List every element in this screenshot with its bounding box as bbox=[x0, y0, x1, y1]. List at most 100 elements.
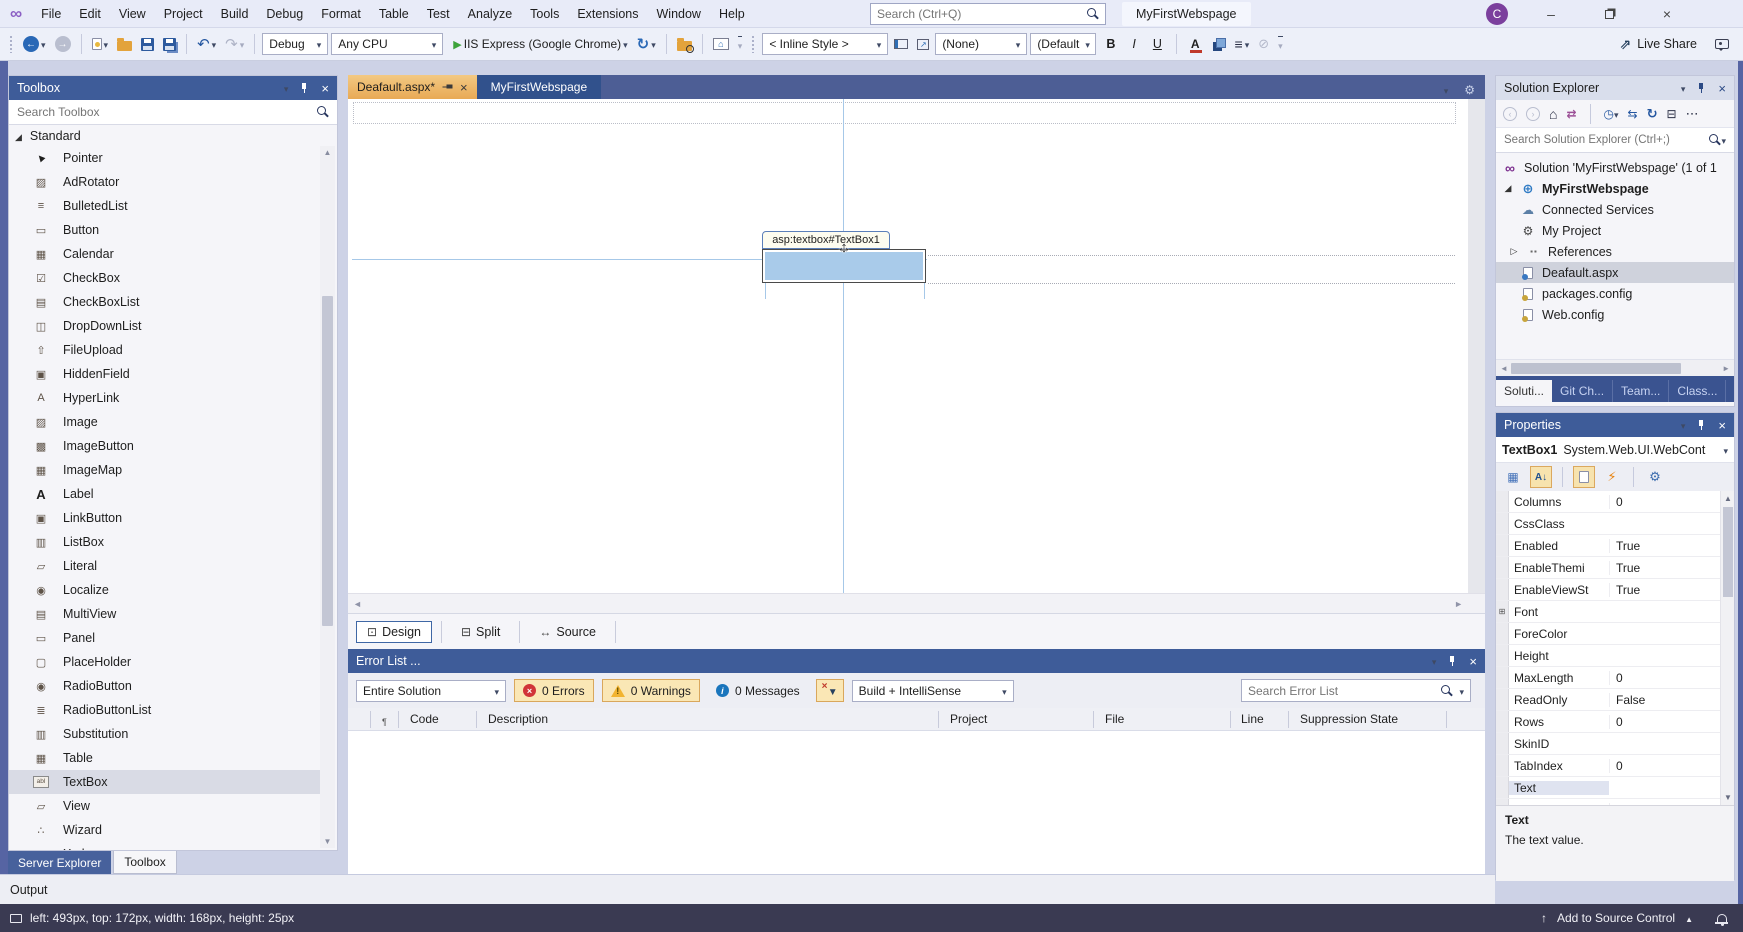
toolbox-item-wizard[interactable]: ∴ Wizard bbox=[9, 818, 321, 842]
toolbox-item-listbox[interactable]: ▥ ListBox bbox=[9, 530, 321, 554]
undo-button[interactable] bbox=[194, 33, 219, 55]
alignment-button[interactable] bbox=[1232, 34, 1253, 54]
column-line[interactable]: Line bbox=[1241, 712, 1264, 726]
categorized-button[interactable] bbox=[1502, 466, 1524, 488]
toolbox-item-button[interactable]: ▭ Button bbox=[9, 218, 321, 242]
feedback-icon[interactable] bbox=[1715, 39, 1729, 51]
toolbox-item-linkbutton[interactable]: ▣ LinkButton bbox=[9, 506, 321, 530]
toolbox-item-label[interactable]: A Label bbox=[9, 482, 321, 506]
toolbox-scrollbar[interactable] bbox=[320, 146, 335, 848]
error-scope-dropdown[interactable]: Entire Solution bbox=[356, 679, 506, 702]
error-list-search-input[interactable] bbox=[1248, 683, 1436, 698]
tree-item-packages-config[interactable]: packages.config bbox=[1496, 283, 1734, 304]
error-list-body[interactable] bbox=[348, 731, 1485, 874]
tab-class-view[interactable]: Class... bbox=[1669, 380, 1727, 402]
toolbox-item-view[interactable]: ▱ View bbox=[9, 794, 321, 818]
menu-test[interactable]: Test bbox=[418, 3, 459, 25]
view-in-browser-button[interactable] bbox=[710, 36, 732, 52]
switch-views-icon[interactable] bbox=[1628, 107, 1638, 121]
window-menu-icon[interactable] bbox=[284, 81, 289, 95]
scroll-left-icon[interactable] bbox=[353, 599, 362, 609]
tab-myfirstwebspage[interactable]: MyFirstWebspage bbox=[476, 75, 602, 99]
toolbox-item-radiobuttonlist[interactable]: ≣ RadioButtonList bbox=[9, 698, 321, 722]
menu-window[interactable]: Window bbox=[648, 3, 710, 25]
object-selector-dropdown[interactable]: TextBox1 System.Web.UI.WebCont bbox=[1496, 437, 1734, 463]
window-menu-icon[interactable] bbox=[1681, 81, 1686, 95]
property-row[interactable]: TextModeSingleLine bbox=[1496, 799, 1734, 805]
toolbox-item-table[interactable]: ▦ Table bbox=[9, 746, 321, 770]
navigate-forward-button[interactable]: → bbox=[52, 34, 74, 54]
restore-button[interactable] bbox=[1586, 0, 1632, 28]
chevron-up-icon[interactable] bbox=[1685, 911, 1693, 925]
scrollbar-thumb[interactable] bbox=[322, 296, 333, 626]
tree-item-project[interactable]: ◢ ⊕ MyFirstWebspage bbox=[1496, 178, 1734, 199]
window-menu-icon[interactable] bbox=[1681, 418, 1686, 432]
scroll-down-icon[interactable] bbox=[320, 837, 335, 846]
menu-format[interactable]: Format bbox=[312, 3, 370, 25]
property-row[interactable]: Columns 0 bbox=[1496, 491, 1734, 513]
solution-explorer-search-input[interactable] bbox=[1504, 134, 1710, 146]
save-button[interactable] bbox=[138, 36, 157, 53]
tree-item-solution[interactable]: ∞ Solution 'MyFirstWebspage' (1 of 1 bbox=[1496, 157, 1734, 178]
tab-default-aspx[interactable]: Deafault.aspx* bbox=[348, 75, 477, 99]
quick-launch-search[interactable] bbox=[870, 3, 1106, 25]
property-row[interactable]: Rows 0 bbox=[1496, 711, 1734, 733]
toolbar-grip[interactable] bbox=[9, 35, 14, 53]
notifications-bell-icon[interactable] bbox=[1715, 913, 1728, 926]
property-row-font[interactable]: ⊞ Font bbox=[1496, 601, 1734, 623]
toolbox-item-substitution[interactable]: ▥ Substitution bbox=[9, 722, 321, 746]
font-name-dropdown[interactable]: (None) bbox=[935, 33, 1028, 55]
underline-button[interactable]: U bbox=[1146, 35, 1169, 53]
live-share-button[interactable]: Live Share bbox=[1620, 36, 1729, 53]
scrollbar-thumb[interactable] bbox=[1511, 363, 1681, 374]
close-icon[interactable] bbox=[460, 80, 468, 95]
properties-view-button[interactable] bbox=[1573, 466, 1595, 488]
pin-icon[interactable] bbox=[442, 83, 454, 92]
navigate-back-button[interactable]: ← bbox=[20, 34, 49, 54]
quick-launch-input[interactable] bbox=[877, 7, 1087, 21]
property-pages-button[interactable] bbox=[1644, 466, 1666, 488]
refresh-browser-button[interactable] bbox=[634, 33, 659, 55]
toolbox-search-input[interactable] bbox=[17, 105, 317, 119]
scroll-left-icon[interactable] bbox=[1500, 364, 1508, 373]
menu-build[interactable]: Build bbox=[212, 3, 258, 25]
solution-explorer-search[interactable] bbox=[1496, 128, 1734, 153]
add-to-source-control-button[interactable]: Add to Source Control bbox=[1557, 911, 1675, 925]
properties-header[interactable]: Properties bbox=[1496, 413, 1734, 437]
menu-edit[interactable]: Edit bbox=[70, 3, 110, 25]
toolbox-item-image[interactable]: ▨ Image bbox=[9, 410, 321, 434]
toolbox-header[interactable]: Toolbox bbox=[9, 76, 337, 100]
scroll-right-icon[interactable] bbox=[1454, 599, 1463, 609]
background-color-button[interactable] bbox=[1210, 36, 1229, 53]
property-row[interactable]: EnableThemi True bbox=[1496, 557, 1734, 579]
save-all-button[interactable] bbox=[160, 36, 179, 53]
pin-icon[interactable] bbox=[300, 82, 309, 94]
more-options-icon[interactable] bbox=[1686, 106, 1699, 122]
menu-debug[interactable]: Debug bbox=[257, 3, 312, 25]
error-list-search[interactable] bbox=[1241, 679, 1471, 702]
warnings-filter-button[interactable]: 0 Warnings bbox=[601, 679, 700, 702]
toolbox-item-imagemap[interactable]: ▦ ImageMap bbox=[9, 458, 321, 482]
tab-list-dropdown-icon[interactable] bbox=[1444, 81, 1449, 99]
property-row[interactable]: SkinID bbox=[1496, 733, 1734, 755]
toolbox-item-radiobutton[interactable]: ◉ RadioButton bbox=[9, 674, 321, 698]
control-tag-label[interactable]: asp:textbox#TextBox1 bbox=[762, 231, 890, 249]
scroll-up-icon[interactable] bbox=[1724, 494, 1732, 503]
property-grid-scrollbar[interactable] bbox=[1720, 491, 1734, 805]
property-row[interactable]: ReadOnly False bbox=[1496, 689, 1734, 711]
window-menu-icon[interactable] bbox=[1432, 654, 1437, 668]
menu-file[interactable]: File bbox=[32, 3, 70, 25]
menu-tools[interactable]: Tools bbox=[521, 3, 568, 25]
home-icon[interactable] bbox=[1549, 106, 1557, 122]
tree-item-default-aspx[interactable]: Deafault.aspx bbox=[1496, 262, 1734, 283]
tab-team-explorer[interactable]: Team... bbox=[1613, 380, 1670, 402]
split-view-button[interactable]: Split bbox=[451, 622, 510, 642]
property-row[interactable]: ForeColor bbox=[1496, 623, 1734, 645]
minimize-button[interactable]: – bbox=[1528, 0, 1574, 28]
expander-icon[interactable]: ▷ bbox=[1508, 246, 1520, 257]
design-view-button[interactable]: Design bbox=[356, 620, 432, 643]
alphabetical-button[interactable]: A↓ bbox=[1530, 466, 1552, 488]
redo-button[interactable] bbox=[222, 33, 247, 55]
menu-view[interactable]: View bbox=[110, 3, 155, 25]
close-icon[interactable] bbox=[1718, 418, 1726, 433]
